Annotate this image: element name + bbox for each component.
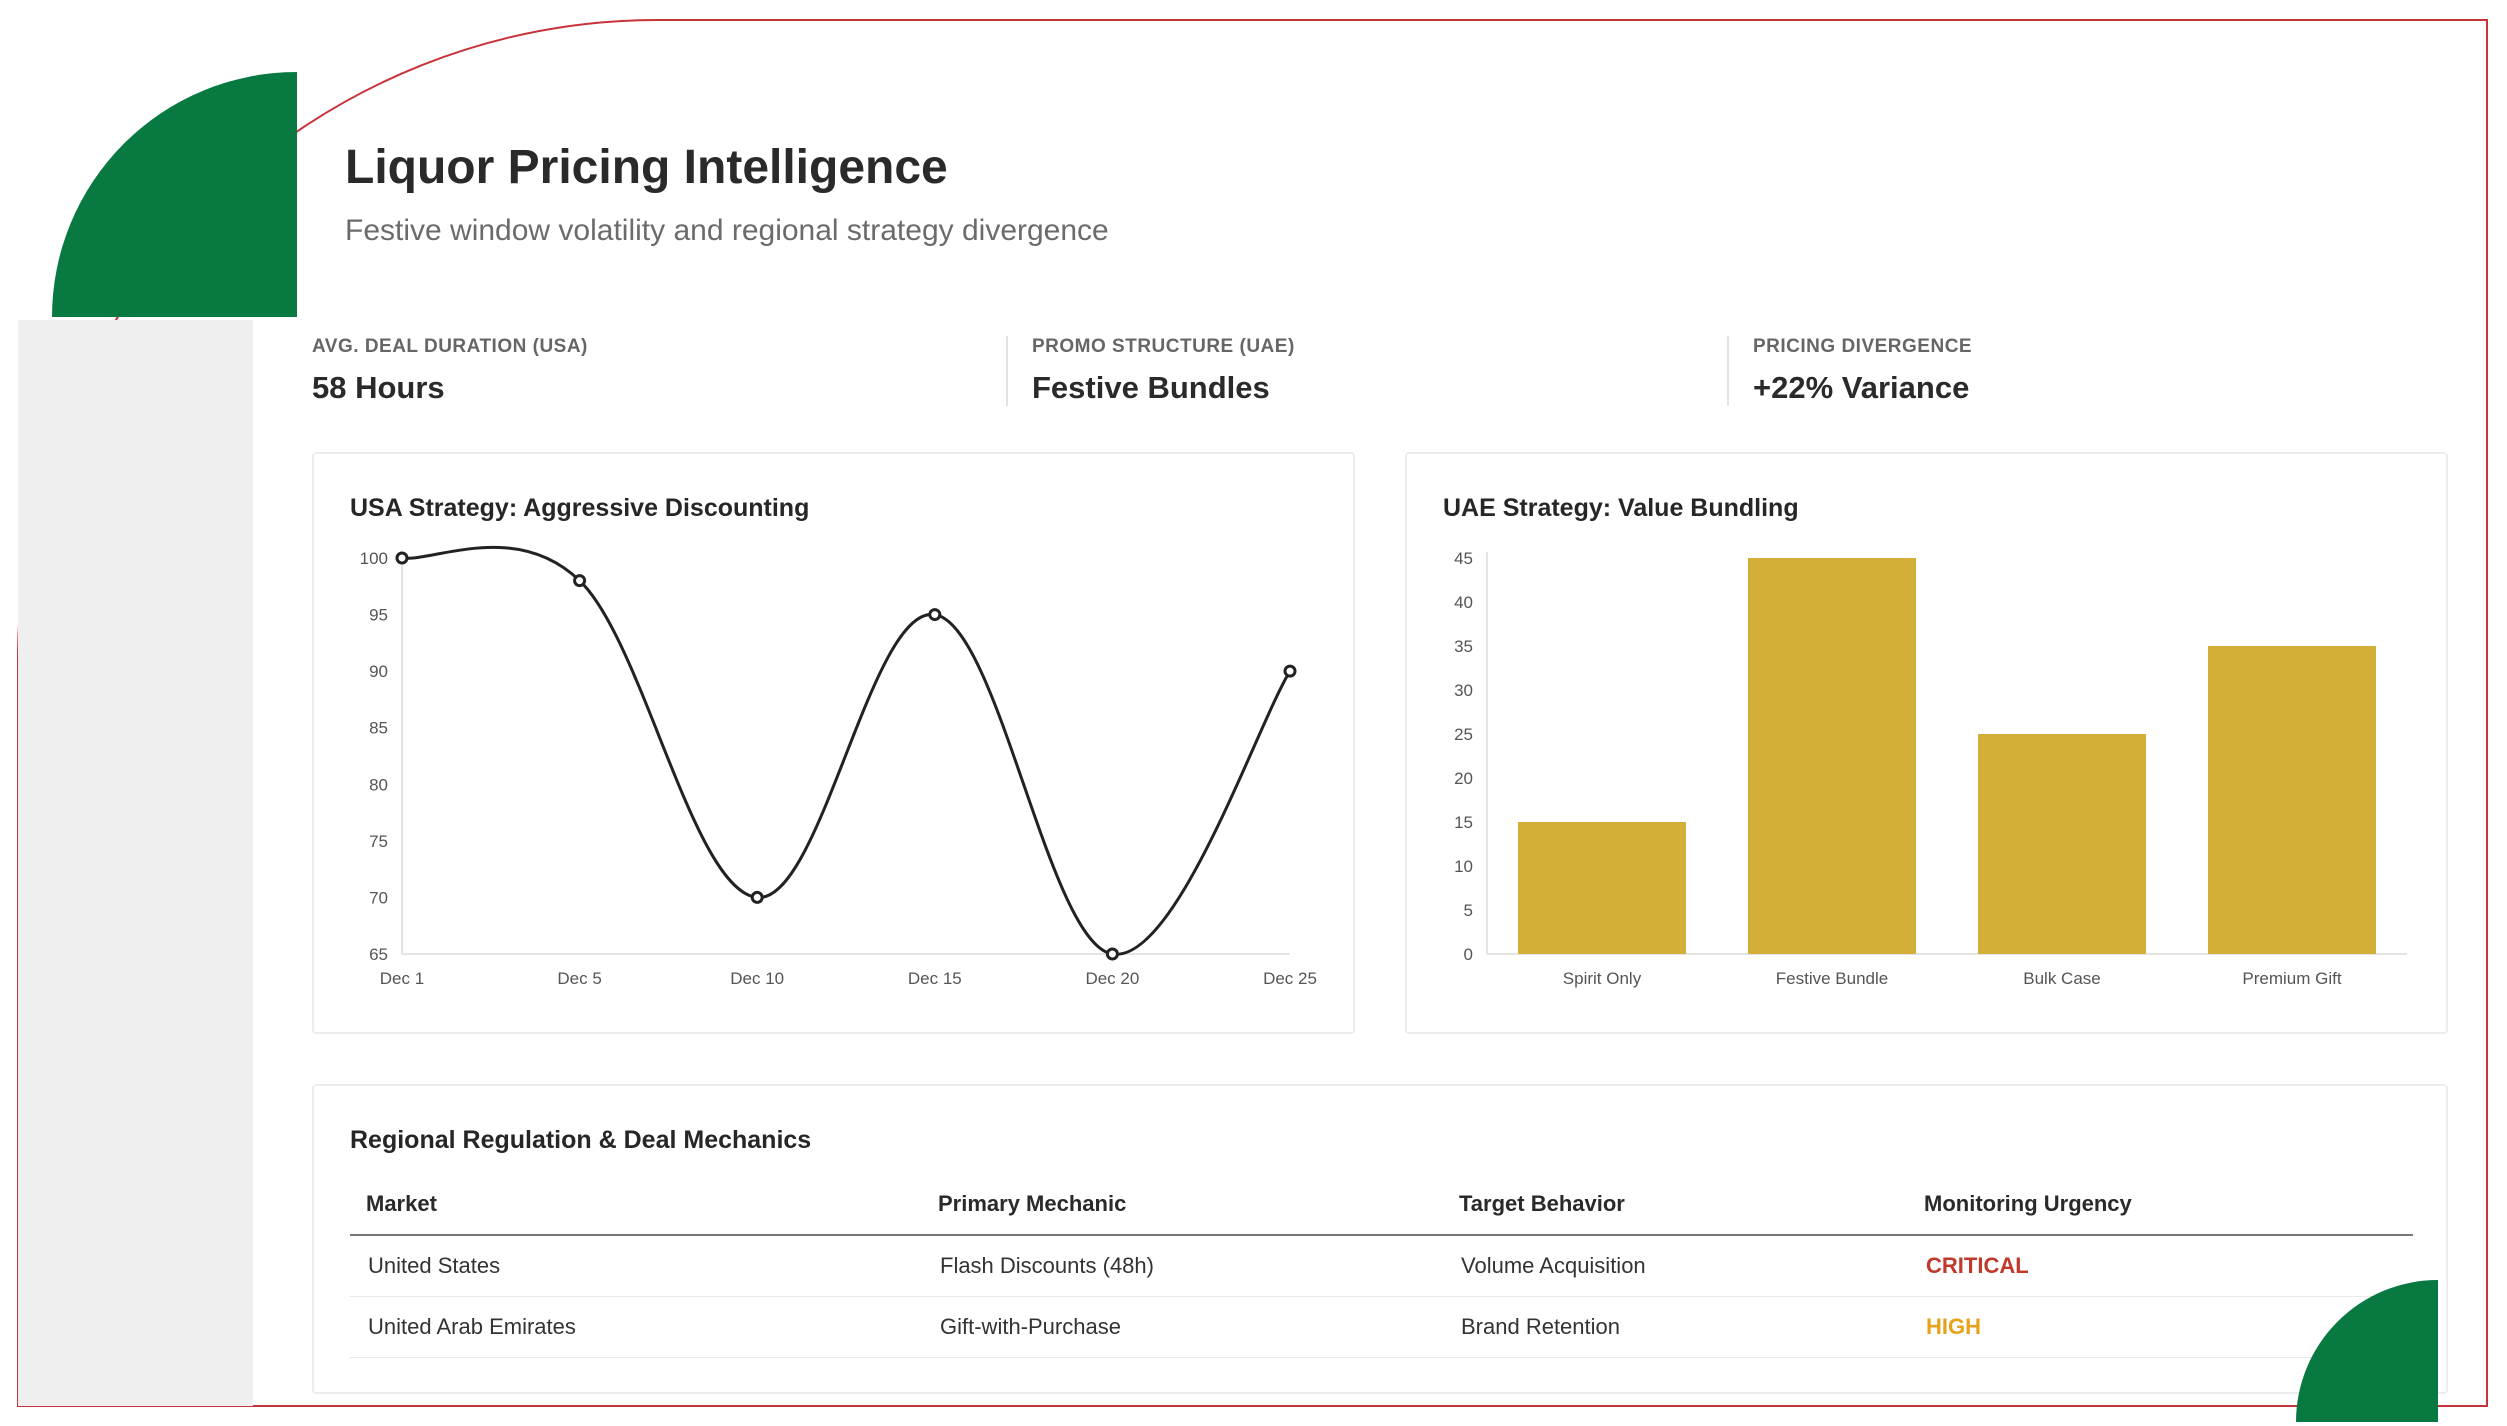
x-tick-label: Festive Bundle [1776,969,1888,988]
usa-line-chart: 65 70 75 80 85 90 95 100 Dec 1 Dec 5 Dec 10 Dec 15 D… [360,545,1317,988]
regulation-card: Regional Regulation & Deal Mechanics Mar… [312,1084,2448,1394]
column-header-urgency: Monitoring Urgency [1908,1174,2413,1236]
mechanics-table: Market Primary Mechanic Target Behavior … [350,1174,2413,1358]
data-point [928,608,942,622]
usa-strategy-card: USA Strategy: Aggressive Discounting 65 7… [312,452,1355,1034]
bar [1978,734,2146,954]
x-tick-label: Dec 1 [380,969,424,988]
data-point [750,890,764,904]
kpi-value: +22% Variance [1753,370,1970,405]
y-tick-label: 85 [369,719,388,738]
y-tick-label: 45 [1454,549,1473,568]
x-tick-label: Dec 10 [730,969,784,988]
y-tick-label: 10 [1454,857,1473,876]
data-point [573,574,587,588]
table-title: Regional Regulation & Deal Mechanics [350,1126,812,1154]
y-tick-label: 30 [1454,681,1473,700]
cell-market: United Arab Emirates [350,1296,922,1358]
cell-mechanic: Flash Discounts (48h) [922,1235,1443,1297]
kpi-divider [1727,336,1729,406]
data-point [1283,664,1297,678]
x-tick-label: Bulk Case [2023,969,2100,988]
y-tick-label: 90 [369,662,388,681]
y-tick-label: 20 [1454,769,1473,788]
y-tick-label: 35 [1454,637,1473,656]
x-tick-label: Dec 15 [908,969,962,988]
table-row: United States Flash Discounts (48h) Volu… [350,1235,2413,1297]
y-tick-label: 25 [1454,725,1473,744]
y-tick-label: 0 [1464,945,1473,964]
kpi-deal-duration: AVG. DEAL DURATION (USA) 58 Hours [312,336,588,406]
bar [2208,646,2376,954]
x-tick-label: Spirit Only [1563,969,1642,988]
y-tick-label: 80 [369,775,388,794]
data-point [395,551,409,565]
x-tick-label: Dec 20 [1085,969,1139,988]
x-tick-label: Premium Gift [2242,969,2341,988]
kpi-pricing-divergence: PRICING DIVERGENCE +22% Variance [1753,336,1972,406]
kpi-value: 58 Hours [312,370,445,405]
uae-bar-chart: 0 5 10 15 20 25 30 35 40 45 Spirit Only Festive Bun… [1454,549,2407,988]
bar [1748,558,1916,954]
y-tick-label: 40 [1454,593,1473,612]
page-subtitle: Festive window volatility and regional s… [345,214,1109,247]
kpi-divider [1006,336,1008,406]
x-tick-label: Dec 5 [557,969,601,988]
cell-mechanic: Gift-with-Purchase [922,1296,1443,1358]
y-tick-label: 15 [1454,813,1473,832]
uae-strategy-card: UAE Strategy: Value Bundling 0 5 10 15 20 25 3… [1405,452,2448,1034]
y-tick-label: 95 [369,606,388,625]
kpi-label: AVG. DEAL DURATION (USA) [312,336,588,357]
y-tick-label: 65 [369,945,388,964]
table-header-row: Market Primary Mechanic Target Behavior … [350,1174,2413,1236]
column-header-market: Market [350,1174,922,1236]
brand-corner-shape-top [52,72,297,317]
y-tick-label: 70 [369,888,388,907]
column-header-mechanic: Primary Mechanic [922,1174,1443,1236]
cell-behavior: Volume Acquisition [1443,1235,1908,1297]
y-tick-label: 75 [369,832,388,851]
cell-behavior: Brand Retention [1443,1296,1908,1358]
kpi-value: Festive Bundles [1032,370,1270,405]
kpi-label: PRICING DIVERGENCE [1753,336,1973,357]
data-point [1105,947,1119,961]
series-line [401,545,1292,956]
bar [1518,822,1686,954]
cell-market: United States [350,1235,922,1297]
column-header-behavior: Target Behavior [1443,1174,1908,1236]
table-row: United Arab Emirates Gift-with-Purchase … [350,1296,2413,1358]
kpi-promo-structure: PROMO STRUCTURE (UAE) Festive Bundles [1032,336,1295,406]
sidebar-strip [18,320,253,1406]
page-title: Liquor Pricing Intelligence [345,141,948,194]
x-tick-label: Dec 25 [1263,969,1317,988]
kpi-label: PROMO STRUCTURE (UAE) [1032,336,1295,357]
y-tick-label: 5 [1464,901,1473,920]
cell-urgency: CRITICAL [1908,1235,2413,1297]
y-tick-label: 100 [360,549,388,568]
